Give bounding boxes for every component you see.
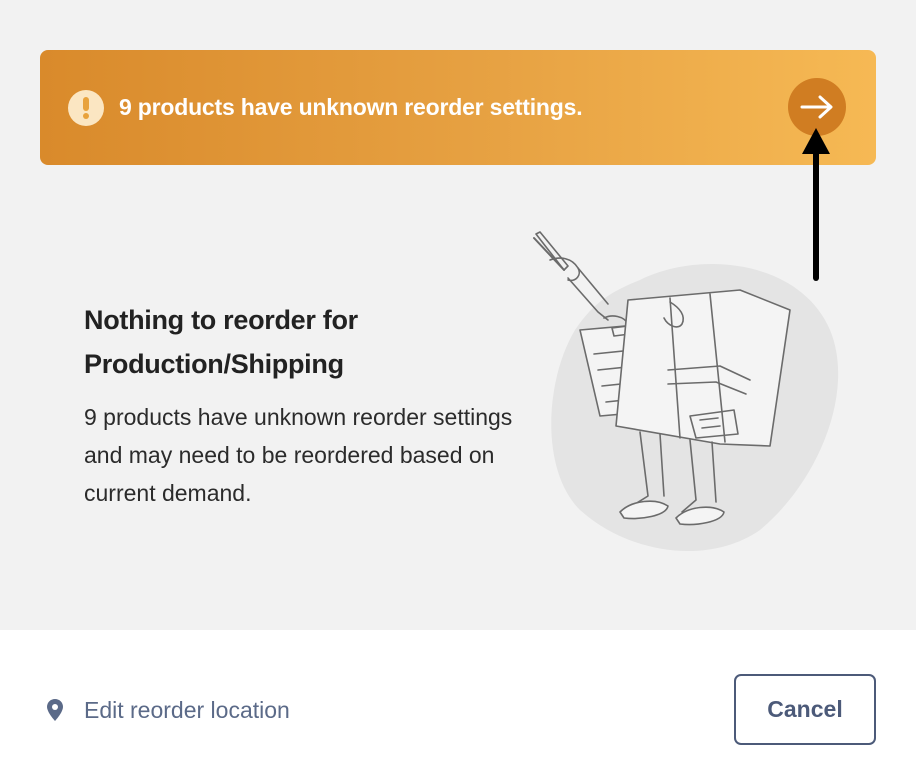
main-panel: 9 products have unknown reorder settings… bbox=[0, 0, 916, 630]
reorder-warning-banner[interactable]: 9 products have unknown reorder settings… bbox=[40, 50, 876, 165]
person-with-clipboard-illustration bbox=[533, 231, 839, 552]
arrow-right-icon bbox=[800, 95, 833, 119]
empty-state-title: Nothing to reorder for Production/Shippi… bbox=[84, 305, 358, 379]
cancel-button[interactable]: Cancel bbox=[734, 674, 876, 745]
edit-reorder-location-label: Edit reorder location bbox=[84, 696, 290, 723]
map-pin-icon bbox=[44, 697, 66, 723]
exclamation-circle-icon bbox=[68, 89, 104, 126]
edit-reorder-location-link[interactable]: Edit reorder location bbox=[44, 690, 290, 730]
banner-message: 9 products have unknown reorder settings… bbox=[119, 94, 583, 120]
empty-state-description: 9 products have unknown reorder settings… bbox=[84, 404, 513, 506]
